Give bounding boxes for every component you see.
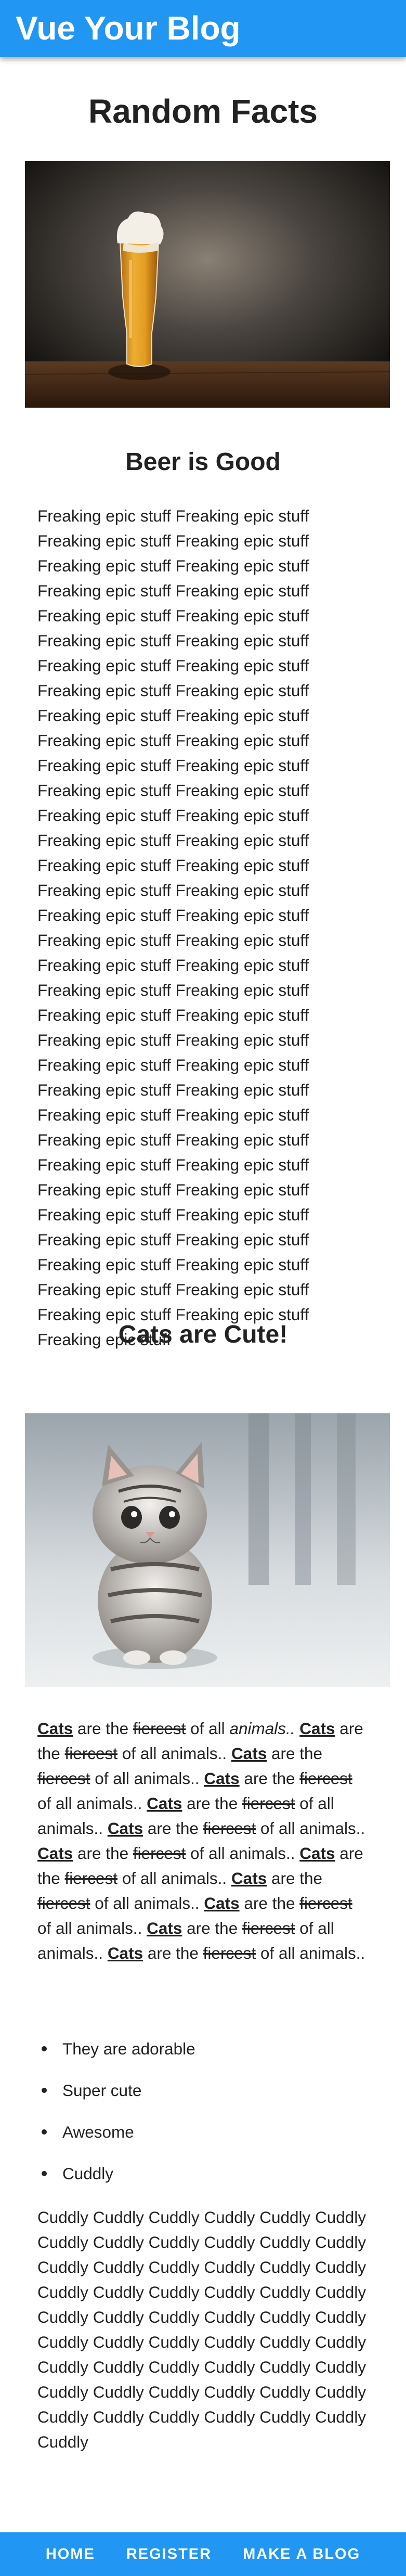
cats-bold-word: Cats [231, 1744, 267, 1763]
list-item: Cuddly [37, 2161, 195, 2203]
app-title[interactable]: Vue Your Blog [16, 11, 241, 45]
struck-word: fiercest [133, 1844, 186, 1863]
struck-word: fiercest [64, 1744, 118, 1763]
struck-word: fiercest [203, 1944, 256, 1962]
cats-bold-word: Cats [204, 1769, 240, 1788]
cats-body-text: Cats are the fiercest of all animals.. C… [37, 1719, 365, 1962]
cats-bold-word: Cats [299, 1844, 335, 1863]
footer-link-home[interactable]: HOME [46, 2546, 95, 2563]
cats-bold-word: Cats [231, 1869, 267, 1888]
cats-bold-word: Cats [107, 1944, 143, 1962]
beer-body-text: Freaking epic stuff Freaking epic stuff … [37, 506, 309, 1349]
italic-word: animals.. [229, 1719, 295, 1738]
cats-bullet-list: They are adorable Super cute Awesome Cud… [37, 2036, 195, 2203]
struck-word: fiercest [133, 1719, 186, 1738]
cats-bold-word: Cats [299, 1719, 335, 1738]
struck-word: fiercest [203, 1819, 256, 1838]
cats-bold-word: Cats [37, 1844, 73, 1863]
footer: HOME REGISTER MAKE A BLOG [0, 2532, 406, 2576]
struck-word: fiercest [299, 1769, 352, 1788]
struck-word: fiercest [37, 1894, 90, 1913]
cats-bold-word: Cats [147, 1919, 182, 1937]
footer-link-make-a-blog[interactable]: MAKE A BLOG [243, 2546, 360, 2563]
list-item: Awesome [37, 2119, 195, 2161]
struck-word: fiercest [64, 1869, 118, 1888]
app-bar: Vue Your Blog [0, 0, 406, 57]
beer-image [25, 161, 390, 408]
list-item: They are adorable [37, 2036, 195, 2078]
cuddly-text: Cuddly Cuddly Cuddly Cuddly Cuddly Cuddl… [37, 2208, 366, 2451]
page-title: Random Facts [88, 93, 318, 130]
struck-word: fiercest [242, 1794, 295, 1813]
footer-nav: HOME REGISTER MAKE A BLOG [0, 2532, 406, 2576]
footer-link-register[interactable]: REGISTER [126, 2546, 212, 2563]
struck-word: fiercest [242, 1919, 295, 1937]
cats-bold-word: Cats [204, 1894, 240, 1913]
cats-bold-word: Cats [37, 1719, 73, 1738]
cats-bold-word: Cats [147, 1794, 182, 1813]
kitten-image [25, 1413, 390, 1687]
beer-section-title: Beer is Good [125, 448, 281, 476]
list-item: Super cute [37, 2078, 195, 2119]
cats-bold-word: Cats [107, 1819, 143, 1838]
cats-section-title: Cats are Cute! [118, 1321, 288, 1348]
struck-word: fiercest [37, 1769, 90, 1788]
struck-word: fiercest [299, 1894, 352, 1913]
